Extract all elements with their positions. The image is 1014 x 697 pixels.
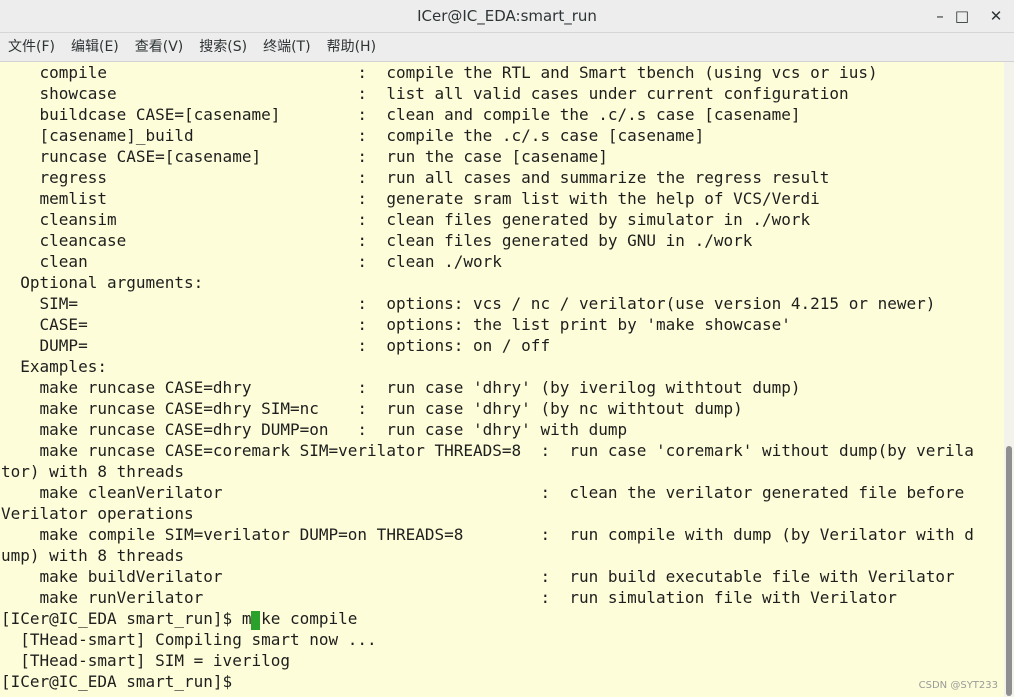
scrollbar-thumb[interactable] — [1006, 446, 1012, 696]
terminal-line: make runVerilator : run simulation file … — [1, 588, 897, 607]
terminal-line: Verilator operations — [1, 504, 194, 523]
menu-search[interactable]: 搜索(S) — [191, 33, 255, 61]
terminal-line: buildcase CASE=[casename] : clean and co… — [1, 105, 801, 124]
maximize-button[interactable]: □ — [947, 0, 977, 32]
terminal-line: make runcase CASE=coremark SIM=verilator… — [1, 441, 974, 460]
terminal-line: tor) with 8 threads — [1, 462, 185, 481]
terminal-line: make buildVerilator : run build executab… — [1, 567, 955, 586]
watermark: CSDN @SYT233 — [918, 680, 998, 691]
menu-bar: 文件(F) 编辑(E) 查看(V) 搜索(S) 终端(T) 帮助(H) — [0, 33, 1014, 62]
terminal-line: CASE= : options: the list print by 'make… — [1, 315, 791, 334]
terminal-line: [THead-smart] Compiling smart now ... — [1, 630, 377, 649]
terminal-line: memlist : generate sram list with the he… — [1, 189, 820, 208]
terminal-line: regress : run all cases and summarize th… — [1, 168, 830, 187]
terminal-line: [THead-smart] SIM = iverilog — [1, 651, 290, 670]
terminal-line: runcase CASE=[casename] : run the case [… — [1, 147, 608, 166]
terminal-line: clean : clean ./work — [1, 252, 502, 271]
menu-edit[interactable]: 编辑(E) — [63, 33, 127, 61]
menu-view[interactable]: 查看(V) — [127, 33, 192, 61]
terminal-line: compile : compile the RTL and Smart tben… — [1, 63, 878, 82]
terminal-line: cleansim : clean files generated by simu… — [1, 210, 811, 229]
vertical-scrollbar[interactable] — [1004, 62, 1014, 697]
menu-help[interactable]: 帮助(H) — [319, 33, 384, 61]
menu-terminal[interactable]: 终端(T) — [255, 33, 318, 61]
terminal-line: DUMP= : options: on / off — [1, 336, 551, 355]
terminal-line: showcase : list all valid cases under cu… — [1, 84, 849, 103]
terminal-line: ump) with 8 threads — [1, 546, 185, 565]
terminal-line: make compile SIM=verilator DUMP=on THREA… — [1, 525, 974, 544]
window-title: ICer@IC_EDA:smart_run — [417, 7, 597, 25]
terminal-line: Examples: — [1, 357, 107, 376]
terminal-line: SIM= : options: vcs / nc / verilator(use… — [1, 294, 936, 313]
close-button[interactable]: ✕ — [981, 0, 1011, 32]
terminal-line: [casename]_build : compile the .c/.s cas… — [1, 126, 705, 145]
terminal-line: make cleanVerilator : clean the verilato… — [1, 483, 965, 502]
terminal-line: Optional arguments: — [1, 273, 204, 292]
window-titlebar[interactable]: ICer@IC_EDA:smart_run – □ ✕ — [0, 0, 1014, 33]
text-cursor — [251, 611, 260, 630]
terminal-output[interactable]: compile : compile the RTL and Smart tben… — [0, 62, 1004, 697]
menu-file[interactable]: 文件(F) — [0, 33, 63, 61]
terminal-line: make runcase CASE=dhry DUMP=on : run cas… — [1, 420, 628, 439]
terminal-prompt-line: [ICer@IC_EDA smart_run]$ make compile — [1, 609, 358, 628]
terminal-line: cleancase : clean files generated by GNU… — [1, 231, 753, 250]
terminal-prompt-line: [ICer@IC_EDA smart_run]$ — [1, 672, 242, 691]
terminal-line: make runcase CASE=dhry SIM=nc : run case… — [1, 399, 743, 418]
terminal-line: make runcase CASE=dhry : run case 'dhry'… — [1, 378, 801, 397]
